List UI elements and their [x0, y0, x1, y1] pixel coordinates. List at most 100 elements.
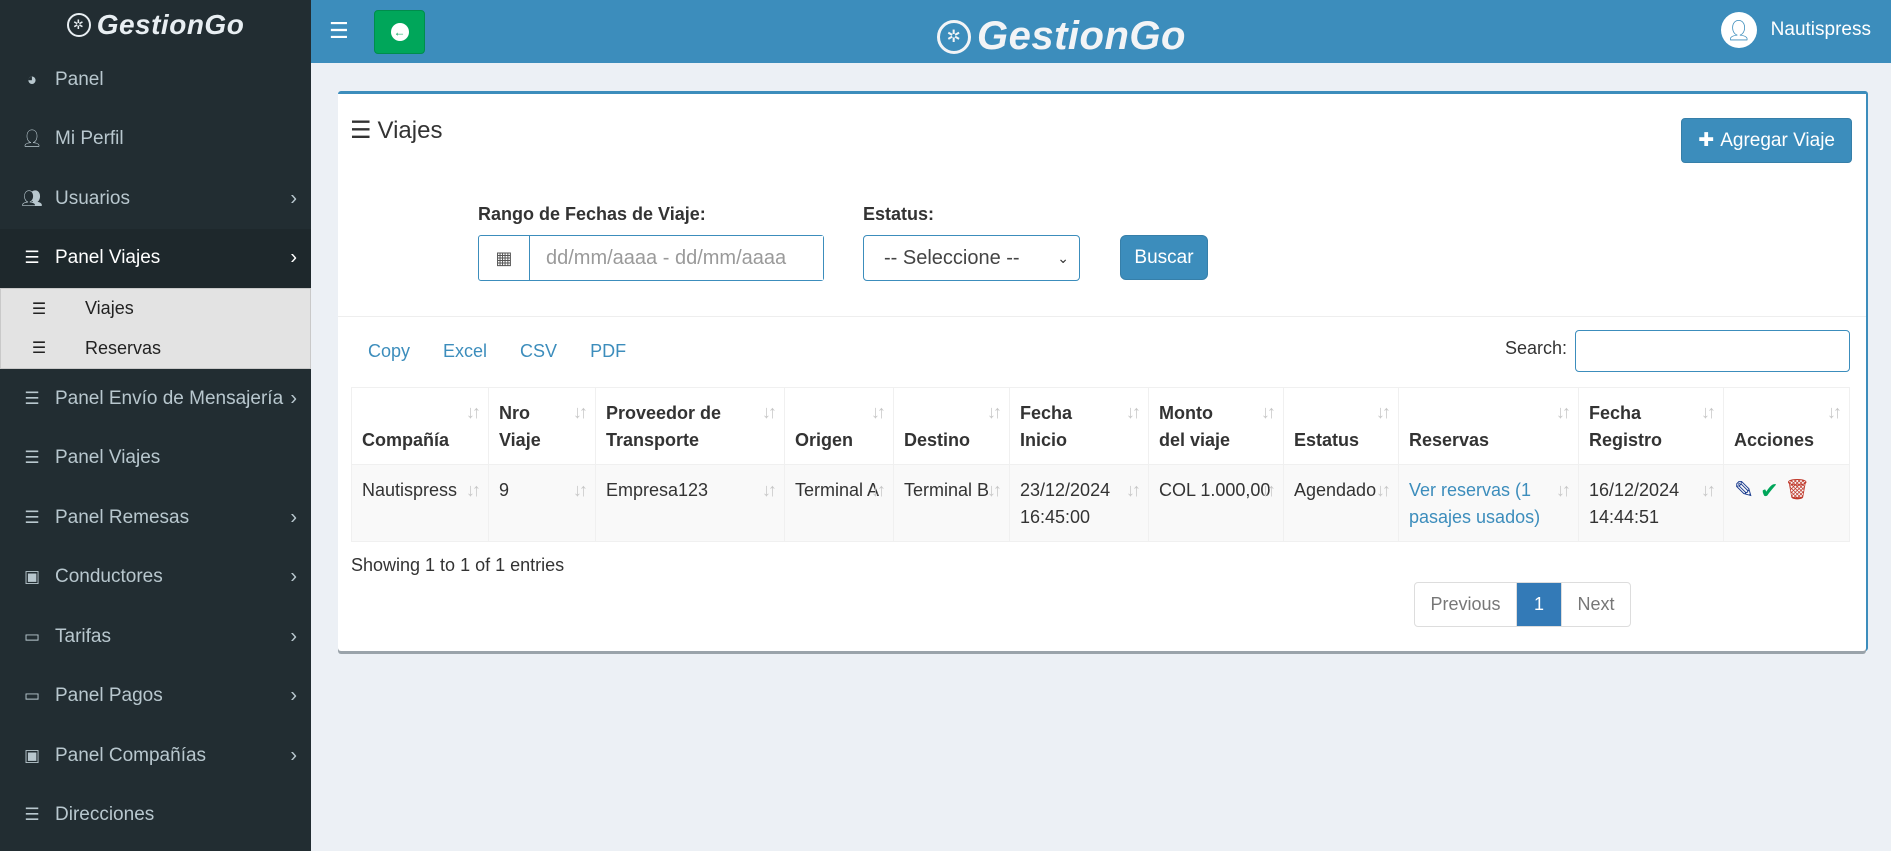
sidebar-item-conductores[interactable]: ▣ Conductores › — [0, 548, 311, 608]
cell-fecha-registro: 16/12/2024 14:44:51 ↓↑ — [1578, 464, 1724, 542]
page-title-text: Viajes — [377, 116, 443, 144]
list-icon: ☰ — [24, 805, 40, 825]
list-icon: ☰ — [31, 300, 47, 318]
copy-button[interactable]: Copy — [368, 341, 410, 362]
hamburger-menu-icon[interactable]: ☰ — [329, 18, 349, 44]
check-icon[interactable]: ✔ — [1760, 477, 1778, 504]
sidebar-item-panel-envio-mensajeria[interactable]: ☰ Panel Envío de Mensajería › — [0, 369, 311, 429]
column-header-compania[interactable]: Compañía ↓↑ — [351, 387, 489, 465]
date-range-input[interactable] — [530, 236, 823, 280]
sidebar-item-usuarios[interactable]: 👥︎ Usuarios › — [0, 169, 311, 229]
sidebar-item-panel-companias[interactable]: ▣ Panel Compañías › — [0, 726, 311, 786]
column-header-nro-viaje[interactable]: Nro Viaje ↓↑ — [488, 387, 596, 465]
sidebar-item-panel-remesas[interactable]: ☰ Panel Remesas › — [0, 488, 311, 548]
date-range-label: Rango de Fechas de Viaje: — [478, 204, 706, 224]
sidebar-item-panel-viajes[interactable]: ☰ Panel Viajes › — [0, 228, 311, 288]
list-icon: ☰ — [24, 507, 40, 527]
submenu-item-reservas[interactable]: ☰ Reservas — [1, 329, 310, 369]
sort-icon: ↓↑ — [466, 480, 481, 500]
sort-icon: ↓↑ — [1261, 480, 1276, 500]
pagination-page-1[interactable]: 1 — [1517, 583, 1561, 626]
sidebar-item-label: Conductores — [55, 566, 163, 588]
users-icon: 👥︎ — [21, 188, 43, 208]
header-logo: ✲ GestionGo — [937, 14, 1186, 59]
csv-button[interactable]: CSV — [520, 341, 557, 362]
page-title: ☰ Viajes — [350, 116, 442, 145]
list-icon: ☰ — [24, 448, 40, 468]
excel-button[interactable]: Excel — [443, 341, 487, 362]
user-menu[interactable]: 👤︎ Nautispress — [1720, 12, 1871, 48]
sidebar-item-panel-pagos[interactable]: ▭ Panel Pagos › — [0, 667, 311, 727]
cell-estatus: Agendado ↓↑ — [1283, 464, 1399, 542]
buscar-button[interactable]: Buscar — [1120, 235, 1208, 280]
pagination-next[interactable]: Next — [1561, 583, 1630, 626]
plus-icon: ✚ — [1698, 130, 1715, 151]
column-header-monto[interactable]: Monto del viaje ↓↑ — [1148, 387, 1284, 465]
status-select[interactable]: -- Seleccione -- ⌄ — [863, 235, 1080, 281]
table-info: Showing 1 to 1 of 1 entries — [351, 555, 565, 575]
sidebar-item-label: Panel Compañías — [55, 744, 207, 766]
list-icon: ☰ — [24, 248, 40, 268]
column-header-fecha-inicio[interactable]: Fecha Inicio ↓↑ — [1009, 387, 1149, 465]
sidebar-item-panel[interactable]: ◕ Panel — [0, 50, 311, 110]
sidebar-item-direcciones[interactable]: ☰ Direcciones — [0, 786, 311, 846]
submenu-panel-viajes: ☰ Viajes ☰ Reservas — [0, 288, 311, 369]
column-header-estatus[interactable]: Estatus ↓↑ — [1283, 387, 1399, 465]
chevron-right-icon: › — [290, 684, 297, 707]
arrow-left-circle-icon: ← — [390, 23, 409, 41]
column-header-acciones[interactable]: Acciones ↓↑ — [1723, 387, 1850, 465]
table-header-row: Compañía ↓↑ Nro Viaje ↓↑ Proveedor de Transp… — [351, 387, 1850, 465]
pagination-previous[interactable]: Previous — [1415, 583, 1517, 626]
sidebar-menu: ◕ Panel 👤︎ Mi Perfil 👥︎ Usuarios › ☰ Pan… — [0, 50, 311, 845]
cell-compania: Nautispress ↓↑ — [351, 464, 489, 542]
trash-icon[interactable]: 🗑︎ — [1785, 477, 1810, 504]
top-navbar: ☰ ← ✲ GestionGo 👤︎ Nautispress — [311, 0, 1891, 63]
add-viaje-label: Agregar Viaje — [1720, 129, 1835, 151]
edit-icon[interactable]: ✎ — [1734, 477, 1754, 504]
sidebar-item-tarifas[interactable]: ▭ Tarifas › — [0, 607, 311, 667]
sort-icon: ↓↑ — [1556, 402, 1571, 422]
column-header-reservas[interactable]: Reservas ↓↑ — [1398, 387, 1579, 465]
submenu-item-label: Viajes — [85, 298, 134, 319]
cell-proveedor: Empresa123 ↓↑ — [595, 464, 785, 542]
submenu-item-label: Reservas — [85, 337, 162, 358]
list-icon: ☰ — [24, 388, 40, 408]
sort-icon: ↓↑ — [762, 402, 777, 422]
column-header-proveedor[interactable]: Proveedor de Transporte ↓↑ — [595, 387, 785, 465]
sort-icon: ↓↑ — [1556, 480, 1571, 500]
chevron-right-icon: › — [290, 565, 297, 588]
chevron-right-icon: › — [290, 506, 297, 529]
ver-reservas-link[interactable]: Ver reservas (1 pasajes usados) — [1409, 480, 1540, 527]
add-viaje-button[interactable]: ✚ Agregar Viaje — [1681, 118, 1852, 163]
search-input[interactable] — [1575, 330, 1850, 372]
cell-reservas: Ver reservas (1 pasajes usados) ↓↑ — [1398, 464, 1579, 542]
cell-destino: Terminal B ↓↑ — [893, 464, 1010, 542]
sidebar-item-label: Panel Pagos — [55, 685, 163, 707]
sort-icon: ↓↑ — [871, 480, 886, 500]
column-header-origen[interactable]: Origen ↓↑ — [784, 387, 894, 465]
column-header-destino[interactable]: Destino ↓↑ — [893, 387, 1010, 465]
submenu-item-viajes[interactable]: ☰ Viajes — [1, 289, 310, 329]
pagination: Previous 1 Next — [1414, 582, 1631, 627]
column-header-fecha-registro[interactable]: Fecha Registro ↓↑ — [1578, 387, 1724, 465]
pdf-button[interactable]: PDF — [590, 341, 626, 362]
sidebar-item-label: Tarifas — [55, 625, 111, 647]
sidebar-item-mi-perfil[interactable]: 👤︎ Mi Perfil — [0, 110, 311, 170]
sort-icon: ↓↑ — [987, 402, 1002, 422]
dashboard-icon: ◕ — [26, 69, 38, 89]
avatar: 👤︎ — [1720, 12, 1757, 48]
header-logo-text: GestionGo — [977, 14, 1186, 58]
sidebar-logo[interactable]: ✲ GestionGo — [0, 0, 311, 50]
divider — [338, 316, 1866, 317]
export-buttons: Copy Excel CSV PDF — [368, 341, 626, 362]
row-actions: ✎ ✔ 🗑︎ — [1734, 477, 1839, 504]
chevron-right-icon: › — [290, 246, 297, 269]
cell-monto: COL 1.000,00 ↓↑ — [1148, 464, 1284, 542]
sidebar-item-panel-viajes-2[interactable]: ☰ Panel Viajes — [0, 429, 311, 489]
sort-icon: ↓↑ — [1126, 402, 1141, 422]
back-button[interactable]: ← — [374, 10, 425, 54]
calendar-icon[interactable]: ▦ — [479, 236, 530, 280]
chevron-right-icon: › — [290, 625, 297, 648]
briefcase-icon: ▣ — [23, 745, 41, 765]
money-icon: ▭ — [23, 686, 41, 706]
